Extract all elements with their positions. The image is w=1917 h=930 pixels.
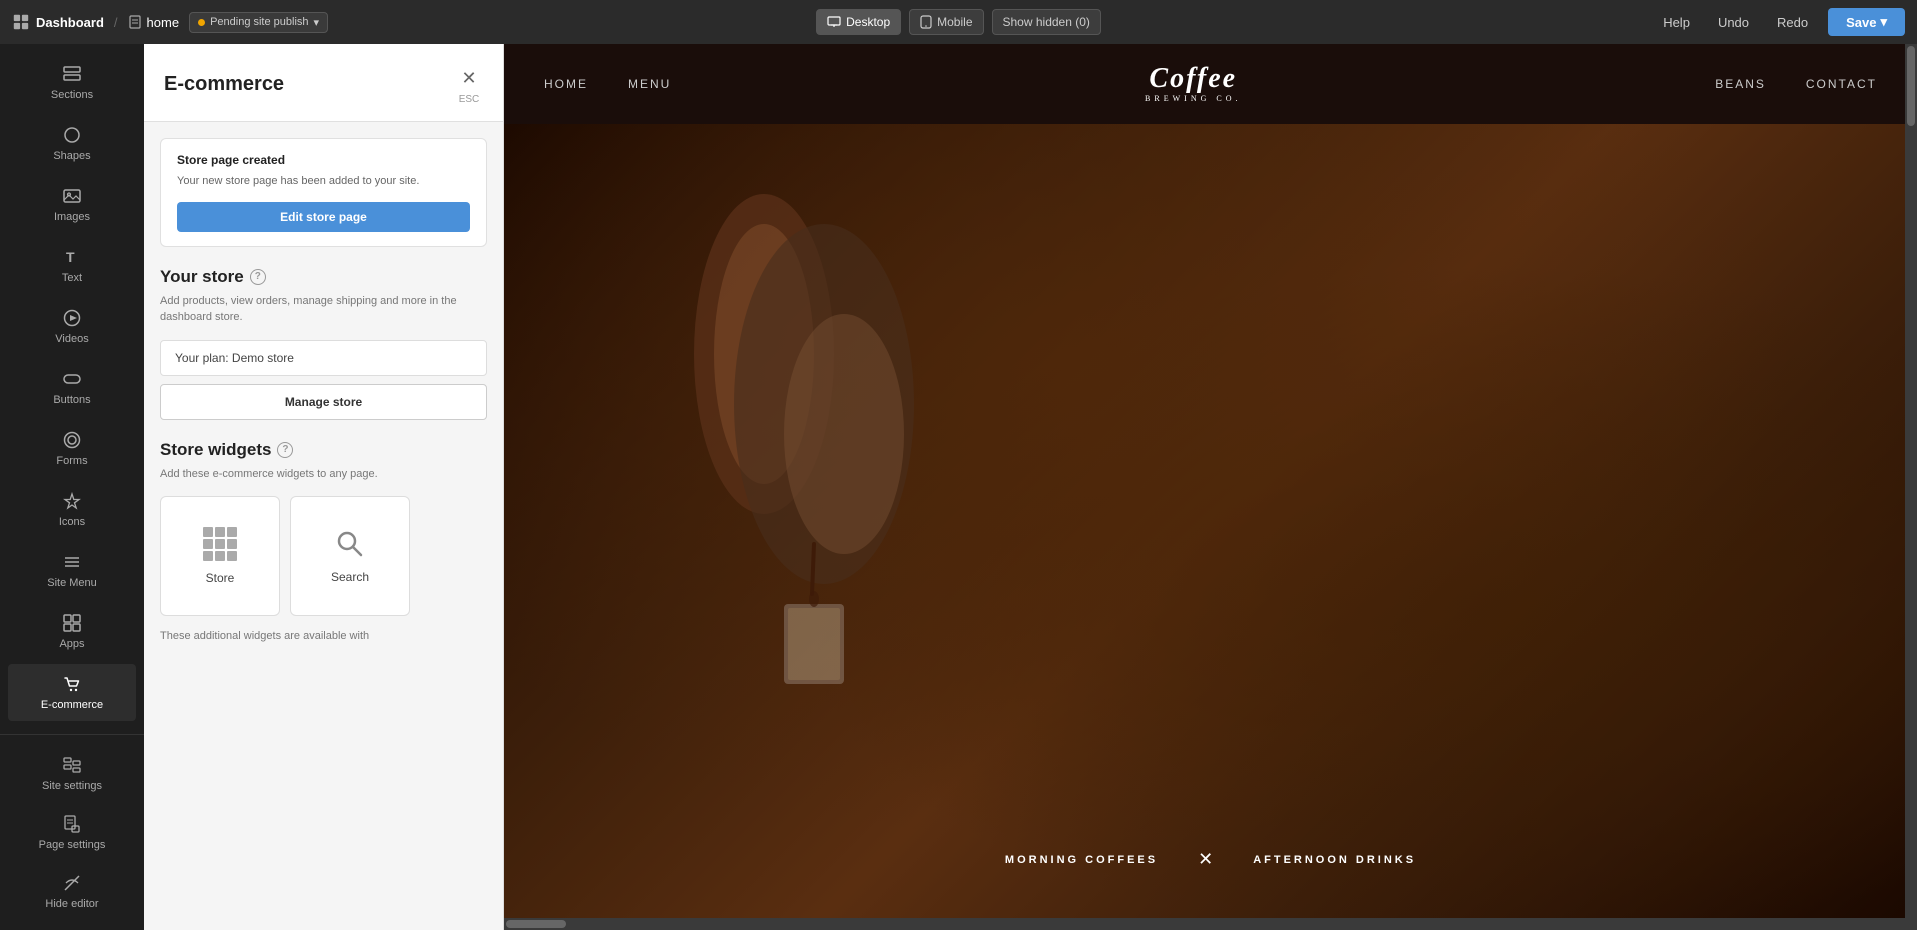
sidebar-item-hide-editor[interactable]: Hide editor <box>8 863 136 920</box>
store-widgets-help-icon[interactable]: ? <box>277 442 293 458</box>
coffee-tab-morning: MORNING COFFEES <box>975 854 1188 866</box>
coffee-tabs: MORNING COFFEES ✕ AFTERNOON DRINKS <box>504 849 1917 870</box>
search-widget-card[interactable]: Search <box>290 496 410 616</box>
desktop-view-btn[interactable]: Desktop <box>816 9 901 35</box>
coffee-hero: MORNING COFFEES ✕ AFTERNOON DRINKS <box>504 124 1917 930</box>
sidebar-item-images[interactable]: Images <box>8 176 136 233</box>
scrollbar-thumb-v[interactable] <box>1907 46 1915 126</box>
sidebar-item-page-settings[interactable]: Page settings <box>8 804 136 861</box>
page-link[interactable]: home <box>128 15 180 30</box>
notice-title: Store page created <box>177 153 470 167</box>
your-store-desc: Add products, view orders, manage shippi… <box>160 293 487 326</box>
store-widgets-section: Store widgets ? Add these e-commerce wid… <box>160 440 487 643</box>
widgets-grid: Store Search <box>160 496 487 616</box>
plan-badge: Your plan: Demo store <box>160 340 487 376</box>
notice-text: Your new store page has been added to yo… <box>177 173 470 190</box>
panel-close-btn[interactable]: ✕ <box>455 64 483 92</box>
nav-link-contact: CONTACT <box>1806 77 1877 91</box>
sidebar-item-videos[interactable]: Videos <box>8 298 136 355</box>
sidebar-item-site-settings[interactable]: Site settings <box>8 745 136 802</box>
topbar: Dashboard / home Pending site publish ▾ … <box>0 0 1917 44</box>
panel-header: E-commerce ✕ ESC <box>144 44 503 122</box>
your-store-section: Your store ? Add products, view orders, … <box>160 267 487 440</box>
store-widgets-desc: Add these e-commerce widgets to any page… <box>160 466 487 483</box>
coffee-site: HOME MENU Coffee BREWING CO. BEANS CONTA… <box>504 44 1917 930</box>
pending-dot <box>198 19 205 26</box>
coffee-tab-separator: ✕ <box>1188 849 1223 870</box>
show-hidden-btn[interactable]: Show hidden (0) <box>992 9 1101 35</box>
coffee-nav: HOME MENU Coffee BREWING CO. BEANS CONTA… <box>504 44 1917 124</box>
widgets-footer-text: These additional widgets are available w… <box>160 630 487 642</box>
coffee-nav-links-right: BEANS CONTACT <box>1715 77 1877 91</box>
sidebar-item-text[interactable]: T Text <box>8 237 136 294</box>
nav-link-home: HOME <box>544 77 588 91</box>
store-widget-icon <box>203 527 237 561</box>
sidebar-bottom: Site settings Page settings Hide editor <box>0 734 144 922</box>
coffee-logo: Coffee BREWING CO. <box>1145 64 1241 104</box>
coffee-machine-illustration <box>584 154 964 754</box>
sidebar: Sections Shapes Images T Text Videos But… <box>0 44 144 930</box>
store-widget-card[interactable]: Store <box>160 496 280 616</box>
coffee-nav-links-left: HOME MENU <box>544 77 671 91</box>
close-area: ✕ ESC <box>455 64 483 105</box>
nav-link-beans: BEANS <box>1715 77 1766 91</box>
sidebar-item-apps[interactable]: Apps <box>8 603 136 660</box>
edit-store-page-btn[interactable]: Edit store page <box>177 202 470 232</box>
dashboard-link[interactable]: Dashboard <box>12 13 104 31</box>
save-btn[interactable]: Save ▾ <box>1828 8 1905 36</box>
mobile-view-btn[interactable]: Mobile <box>909 9 983 35</box>
sidebar-item-shapes[interactable]: Shapes <box>8 115 136 172</box>
preview-inner: HOME MENU Coffee BREWING CO. BEANS CONTA… <box>504 44 1917 930</box>
scrollbar-horizontal[interactable] <box>504 918 1917 930</box>
redo-btn[interactable]: Redo <box>1769 11 1816 34</box>
help-btn[interactable]: Help <box>1655 11 1698 34</box>
sidebar-item-sections[interactable]: Sections <box>8 54 136 111</box>
store-widgets-title: Store widgets ? <box>160 440 487 460</box>
your-store-help-icon[interactable]: ? <box>250 269 266 285</box>
sidebar-item-sitemenu[interactable]: Site Menu <box>8 542 136 599</box>
search-widget-icon <box>334 528 366 560</box>
sidebar-item-icons[interactable]: Icons <box>8 481 136 538</box>
undo-btn[interactable]: Undo <box>1710 11 1757 34</box>
sidebar-item-ecommerce[interactable]: E-commerce <box>8 664 136 721</box>
pending-badge[interactable]: Pending site publish ▾ <box>189 12 328 33</box>
panel: E-commerce ✕ ESC Store page created Your… <box>144 44 504 930</box>
store-created-notice: Store page created Your new store page h… <box>160 138 487 247</box>
sidebar-item-forms[interactable]: Forms <box>8 420 136 477</box>
svg-text:T: T <box>66 249 75 265</box>
preview-area[interactable]: HOME MENU Coffee BREWING CO. BEANS CONTA… <box>504 44 1917 930</box>
panel-content: Store page created Your new store page h… <box>144 122 503 658</box>
sidebar-item-buttons[interactable]: Buttons <box>8 359 136 416</box>
nav-link-menu: MENU <box>628 77 671 91</box>
scrollbar-vertical[interactable] <box>1905 44 1917 930</box>
scrollbar-thumb-h[interactable] <box>506 920 566 928</box>
manage-store-btn[interactable]: Manage store <box>160 384 487 420</box>
panel-esc-label: ESC <box>459 94 480 105</box>
coffee-tab-afternoon: AFTERNOON DRINKS <box>1223 854 1446 866</box>
panel-title: E-commerce <box>164 73 284 96</box>
main-area: Sections Shapes Images T Text Videos But… <box>0 44 1917 930</box>
your-store-title: Your store ? <box>160 267 487 287</box>
